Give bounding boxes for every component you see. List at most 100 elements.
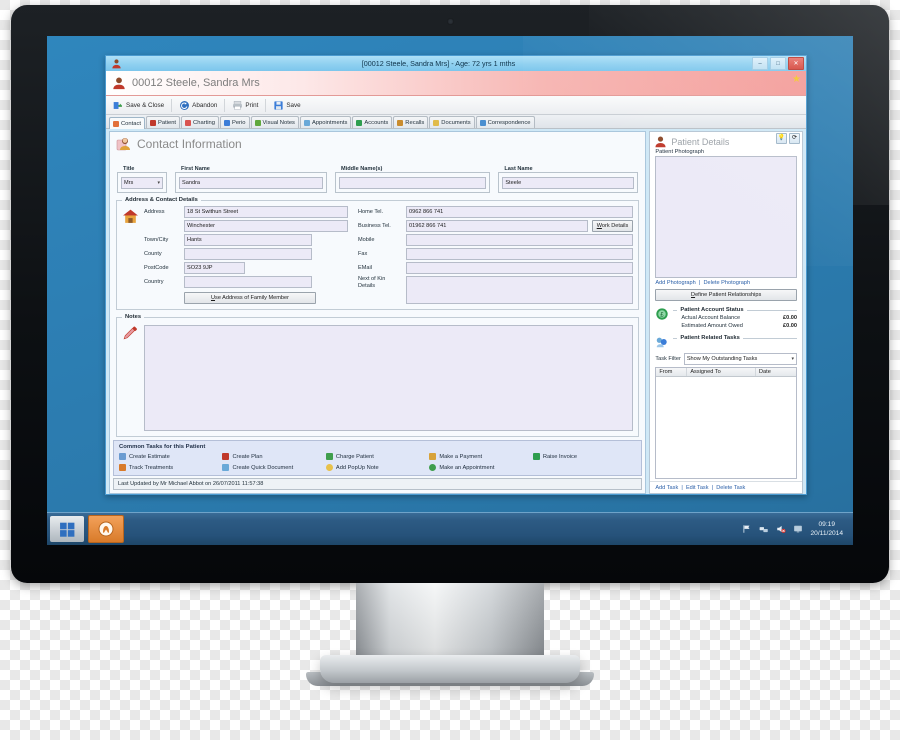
document-icon (222, 464, 230, 471)
first-name-field-group: First Name Sandra (175, 154, 327, 193)
add-task-link[interactable]: Add Task (655, 485, 678, 491)
family-button-label: se Address of Family Member (215, 295, 290, 301)
minimize-button[interactable]: – (752, 57, 768, 70)
business-tel-input[interactable]: 01962 866 741 (406, 220, 588, 232)
task-track-treatments[interactable]: Track Treatments (119, 464, 222, 471)
undo-icon (179, 100, 190, 111)
tasks-icon (655, 335, 669, 349)
money-icon (356, 119, 363, 126)
tab-label: Appointments (311, 119, 348, 126)
task-label: Create Quick Document (232, 464, 294, 471)
account-status-label: Patient Account Status (680, 307, 744, 313)
mobile-input[interactable] (406, 234, 634, 246)
tab-documents[interactable]: Documents (429, 116, 475, 128)
task-create-estimate[interactable]: Create Estimate (119, 453, 222, 460)
column-assigned-to[interactable]: Assigned To (687, 368, 756, 376)
flag-icon[interactable] (742, 524, 752, 534)
column-date[interactable]: Date (756, 368, 796, 376)
address-fields: Address 18 St Swithun Street Winchester (144, 206, 348, 304)
first-name-input[interactable]: Sandra (179, 177, 323, 189)
app-icon[interactable] (88, 515, 124, 543)
town-city-input[interactable]: Hants (184, 234, 312, 246)
tab-patient[interactable]: Patient (145, 116, 181, 128)
task-charge-patient[interactable]: Charge Patient (325, 453, 429, 460)
notes-body (122, 323, 634, 431)
network-icon[interactable] (759, 524, 769, 534)
tab-visual-notes[interactable]: Visual Notes (250, 116, 299, 128)
monitor-icon[interactable] (793, 524, 803, 534)
tab-contact[interactable]: Contact (109, 117, 145, 129)
print-button[interactable]: Print (228, 99, 262, 112)
left-column: Contact Information Title Mrs ▾ First Na… (106, 129, 648, 494)
star-icon[interactable]: ★ (792, 74, 801, 85)
county-row: County (144, 248, 348, 260)
bulb-icon[interactable]: 💡 (776, 133, 787, 144)
tab-correspondence[interactable]: Correspondence (475, 116, 535, 128)
task-make-payment[interactable]: Make a Payment (429, 453, 532, 460)
email-label: EMail (358, 265, 372, 271)
task-add-popup-note[interactable]: Add PopUp Note (325, 464, 429, 471)
taskbar-clock[interactable]: 09:19 20/11/2014 (810, 520, 847, 538)
county-label: County (144, 251, 162, 257)
email-input[interactable] (406, 262, 634, 274)
next-of-kin-label: Next of Kin Details (358, 276, 386, 289)
task-label: Track Treatments (129, 464, 174, 471)
window-body: Contact Information Title Mrs ▾ First Na… (106, 129, 806, 494)
task-label: Charge Patient (335, 453, 374, 460)
task-create-quick-document[interactable]: Create Quick Document (222, 464, 325, 471)
clock-icon (303, 119, 310, 126)
notes-textarea[interactable] (144, 325, 634, 431)
address-line2-input[interactable]: Winchester (184, 220, 348, 232)
tab-strip: Contact Patient Charting Perio Visual No… (106, 115, 806, 129)
abandon-button[interactable]: Abandon (175, 99, 221, 112)
tab-charting[interactable]: Charting (181, 116, 219, 128)
save-button[interactable]: Save (269, 99, 304, 112)
tab-appointments[interactable]: Appointments (299, 116, 352, 128)
webcam-icon (447, 18, 454, 25)
invoice-icon (532, 453, 540, 460)
delete-photograph-link[interactable]: Delete Photograph (703, 280, 750, 286)
use-family-address-button[interactable]: Use Address of Family Member (184, 292, 316, 304)
next-of-kin-input[interactable] (406, 276, 634, 304)
fax-input[interactable] (406, 248, 634, 260)
work-details-button[interactable]: Work Details (591, 220, 634, 232)
edit-task-link[interactable]: Edit Task (686, 485, 709, 491)
patient-details-title: Patient Details (671, 136, 730, 147)
save-close-button[interactable]: Save & Close (109, 99, 168, 112)
refresh-icon[interactable]: ⟳ (789, 133, 800, 144)
title-select[interactable]: Mrs ▾ (121, 177, 163, 189)
popup-note-icon (325, 464, 333, 471)
tab-recalls[interactable]: Recalls (393, 116, 429, 128)
country-input[interactable] (184, 276, 312, 288)
add-photograph-link[interactable]: Add Photograph (655, 280, 695, 286)
delete-task-link[interactable]: Delete Task (716, 485, 745, 491)
volume-muted-icon[interactable] (776, 524, 787, 534)
tab-label: Visual Notes (262, 119, 295, 126)
county-input[interactable] (184, 248, 312, 260)
windows-start-icon[interactable] (50, 516, 84, 542)
account-status-inner: Patient Account Status Actual Account Ba… (673, 307, 797, 329)
tab-accounts[interactable]: Accounts (352, 116, 393, 128)
patient-photograph[interactable] (655, 156, 797, 278)
task-label: Add PopUp Note (335, 464, 379, 471)
address-line1-input[interactable]: 18 St Swithun Street (184, 206, 348, 218)
address-grid: Address 18 St Swithun Street Winchester (122, 206, 634, 304)
postcode-input[interactable]: SO23 9JP (184, 262, 245, 274)
patient-details-header: Patient Details 💡 ⟳ (650, 132, 802, 149)
task-table-body[interactable] (656, 377, 796, 478)
home-tel-input[interactable]: 0962 866 741 (406, 206, 634, 218)
task-filter-select[interactable]: Show My Outstanding Tasks ▾ (683, 353, 797, 365)
close-button[interactable]: ✕ (788, 57, 804, 70)
actual-balance-row: Actual Account Balance £0.00 (673, 313, 797, 321)
define-relationships-button[interactable]: Define Patient Relationships (655, 289, 797, 301)
title-field-group: Title Mrs ▾ (117, 154, 167, 193)
middle-name-input[interactable] (339, 177, 487, 189)
last-name-input[interactable]: Steele (502, 177, 635, 189)
task-raise-invoice[interactable]: Raise Invoice (532, 453, 636, 460)
maximize-button[interactable]: □ (770, 57, 786, 70)
task-make-appointment[interactable]: Make an Appointment (429, 464, 532, 471)
tab-perio[interactable]: Perio (219, 116, 250, 128)
address-line1-row: Address 18 St Swithun Street (144, 206, 348, 218)
column-from[interactable]: From (656, 368, 688, 376)
task-create-plan[interactable]: Create Plan (222, 453, 325, 460)
